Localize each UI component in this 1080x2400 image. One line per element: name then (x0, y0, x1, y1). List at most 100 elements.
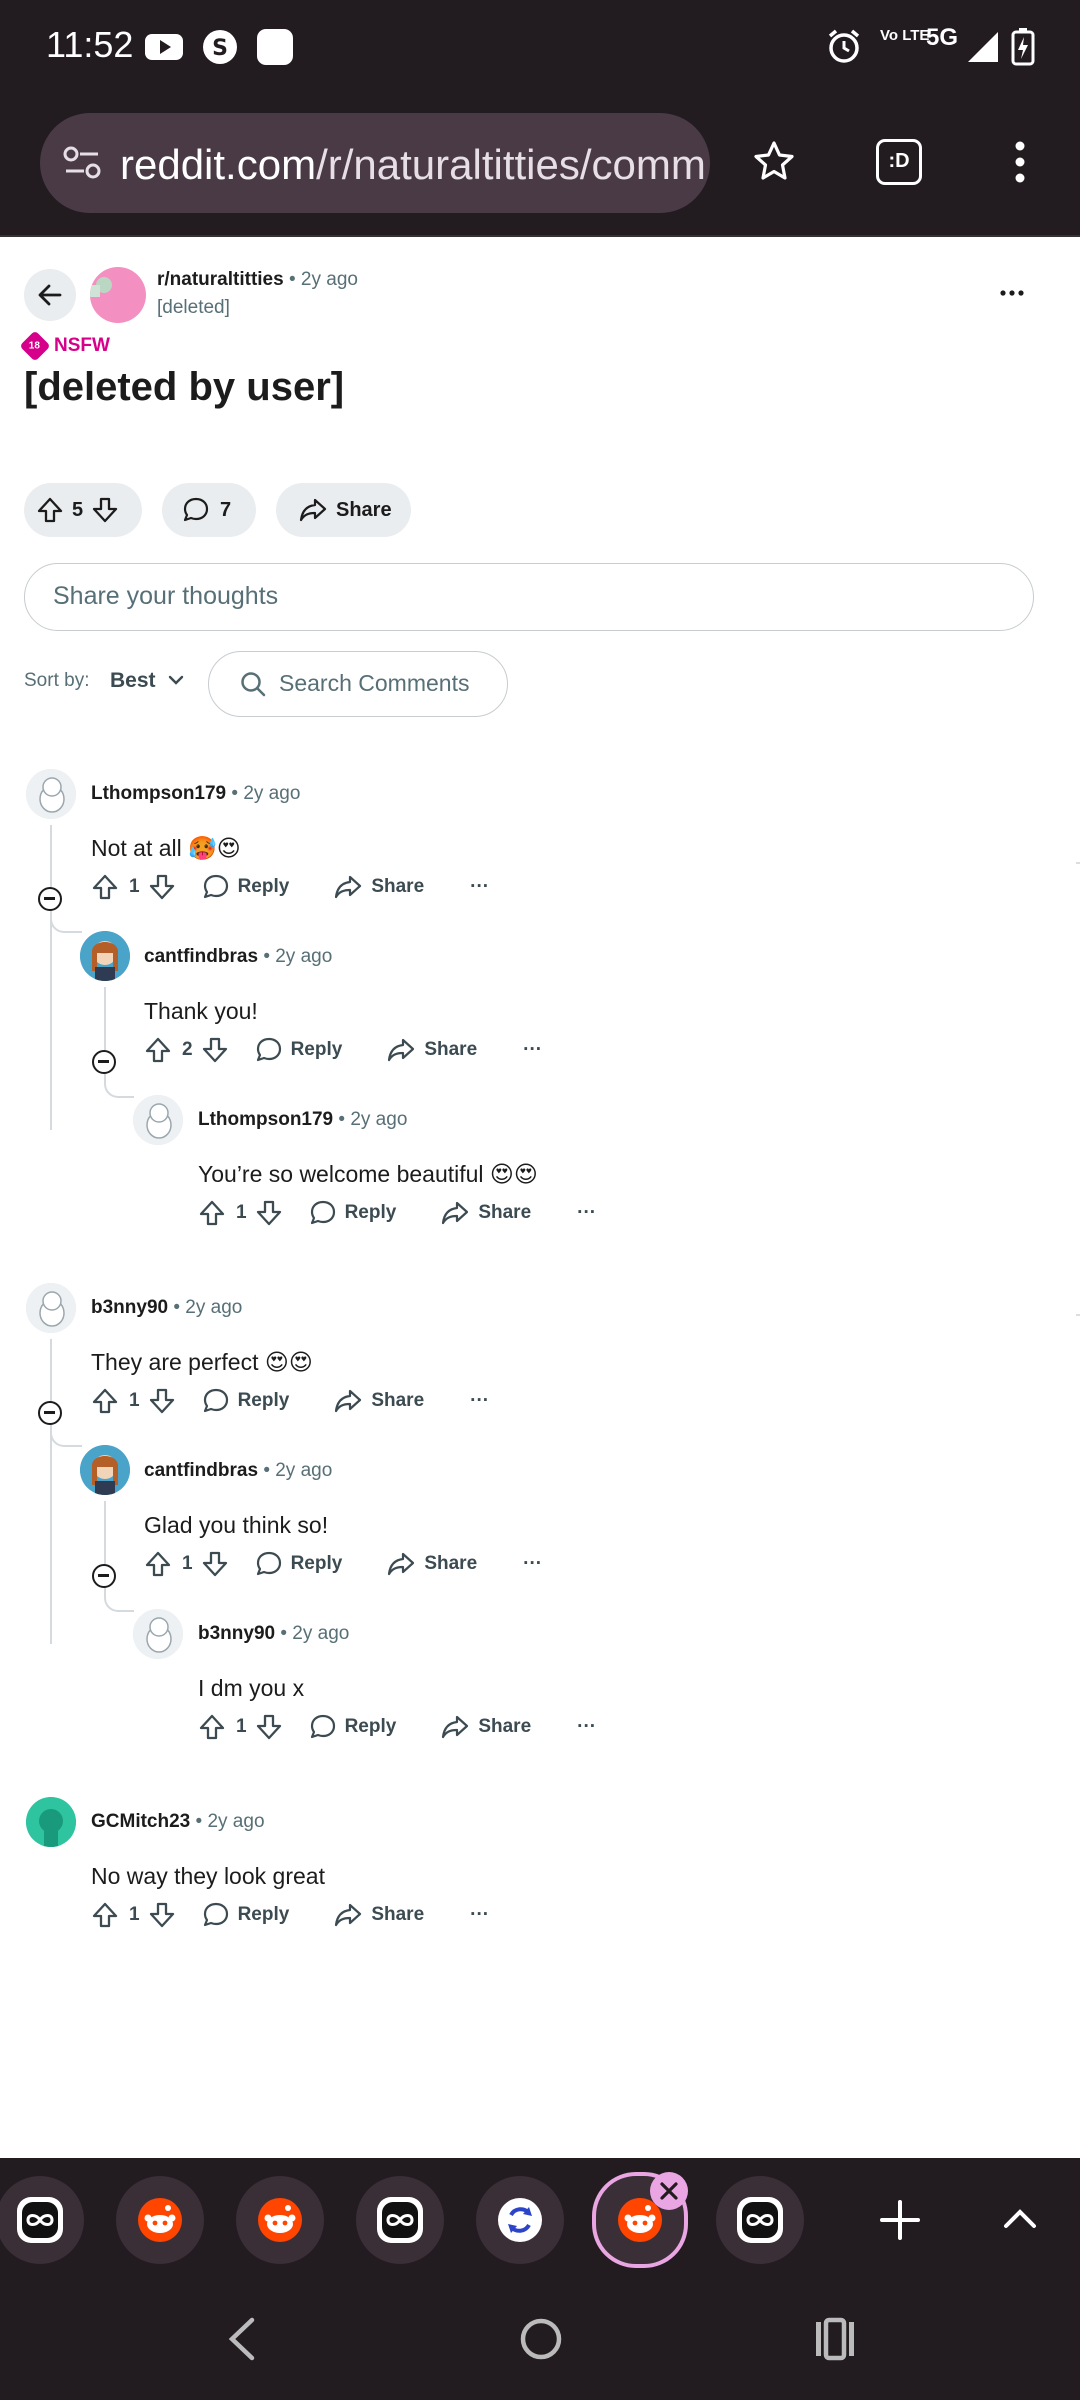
reply-button[interactable]: Reply (202, 1901, 289, 1929)
tab-infinity-app[interactable] (356, 2176, 444, 2264)
comment-body: They are perfect 😍😍 (91, 1349, 313, 1375)
tab-reddit[interactable] (236, 2176, 324, 2264)
more-options-button[interactable]: ··· (470, 876, 489, 898)
comment-author[interactable]: b3nny90 • 2y ago (198, 1623, 349, 1645)
avatar[interactable] (26, 1797, 76, 1847)
vote-bar: 5 (24, 483, 142, 537)
upvote-icon[interactable] (36, 496, 64, 524)
downvote-icon[interactable] (148, 1387, 176, 1415)
tab-switcher-button[interactable]: :D (876, 139, 922, 185)
reddit-icon (138, 2198, 182, 2242)
downvote-icon[interactable] (148, 873, 176, 901)
subreddit-avatar[interactable] (90, 267, 146, 323)
collapse-thread-button[interactable] (38, 887, 62, 911)
upvote-icon[interactable] (91, 873, 119, 901)
avatar[interactable] (133, 1609, 183, 1659)
share-icon (440, 1199, 470, 1227)
thread-line (50, 1339, 52, 1644)
share-button[interactable]: Share (333, 1387, 424, 1415)
comment-actions: 1 Reply Share ··· (198, 1707, 596, 1747)
downvote-icon[interactable] (91, 496, 119, 524)
comment-actions: 1 Reply Share ··· (144, 1544, 542, 1584)
post-menu-icon[interactable] (1000, 285, 1024, 303)
tab-reddit[interactable] (116, 2176, 204, 2264)
close-tab-button[interactable] (650, 2172, 688, 2210)
sort-dropdown[interactable]: Best (110, 669, 185, 693)
address-bar[interactable]: reddit.com/r/naturaltitties/comm (40, 113, 710, 213)
avatar[interactable] (133, 1095, 183, 1145)
comment-actions: 1 Reply Share ··· (91, 867, 489, 907)
downvote-icon[interactable] (255, 1199, 283, 1227)
reply-button[interactable]: Reply (255, 1036, 342, 1064)
upvote-icon[interactable] (91, 1901, 119, 1929)
comment-author[interactable]: GCMitch23 • 2y ago (91, 1811, 265, 1833)
comment-author[interactable]: b3nny90 • 2y ago (91, 1297, 242, 1319)
avatar[interactable] (26, 1283, 76, 1333)
downvote-icon[interactable] (201, 1550, 229, 1578)
chevron-down-icon (169, 675, 184, 685)
comments-button[interactable]: 7 (162, 483, 256, 537)
downvote-icon[interactable] (148, 1901, 176, 1929)
reply-button[interactable]: Reply (309, 1713, 396, 1741)
comment-body: Not at all 🥵😍 (91, 835, 241, 861)
post-author: [deleted] (157, 297, 230, 318)
upvote-icon[interactable] (144, 1036, 172, 1064)
more-options-button[interactable]: ··· (523, 1039, 542, 1061)
infinity-app-icon (737, 2197, 783, 2243)
reply-button[interactable]: Reply (202, 873, 289, 901)
more-options-button[interactable]: ··· (577, 1202, 596, 1224)
nav-home-button[interactable] (518, 2316, 564, 2367)
comment-compose-input[interactable]: Share your thoughts (24, 563, 1034, 631)
collapse-thread-button[interactable] (38, 1401, 62, 1425)
more-options-button[interactable]: ··· (470, 1390, 489, 1412)
subreddit-label[interactable]: r/naturaltitties (157, 269, 284, 290)
share-button[interactable]: Share (276, 483, 411, 537)
share-button[interactable]: Share (333, 1901, 424, 1929)
browser-toolbar: reddit.com/r/naturaltitties/comm :D (0, 95, 1080, 235)
subreddit-name[interactable]: r/naturaltitties • 2y ago (157, 269, 358, 291)
sort-value: Best (110, 669, 156, 692)
reply-button[interactable]: Reply (255, 1550, 342, 1578)
share-button[interactable]: Share (440, 1199, 531, 1227)
avatar[interactable] (26, 769, 76, 819)
downvote-icon[interactable] (255, 1713, 283, 1741)
tab-infinity-app[interactable] (716, 2176, 804, 2264)
chevron-up-icon[interactable] (1000, 2204, 1040, 2239)
reply-button[interactable]: Reply (202, 1387, 289, 1415)
share-icon (333, 1901, 363, 1929)
collapse-thread-button[interactable] (92, 1050, 116, 1074)
search-comments-input[interactable]: Search Comments (208, 651, 508, 717)
collapse-thread-button[interactable] (92, 1564, 116, 1588)
more-options-button[interactable]: ··· (470, 1904, 489, 1926)
upvote-icon[interactable] (144, 1550, 172, 1578)
share-button[interactable]: Share (440, 1713, 531, 1741)
reply-button[interactable]: Reply (309, 1199, 396, 1227)
upvote-icon[interactable] (198, 1199, 226, 1227)
sort-label: Sort by: (24, 670, 90, 691)
more-options-button[interactable]: ··· (523, 1553, 542, 1575)
comment-author[interactable]: Lthompson179 • 2y ago (198, 1109, 407, 1131)
comment-author[interactable]: cantfindbras • 2y ago (144, 946, 332, 968)
upvote-icon[interactable] (198, 1713, 226, 1741)
share-icon (298, 496, 328, 524)
nav-back-button[interactable] (224, 2316, 260, 2367)
comment-vote-count: 1 (129, 1904, 140, 1925)
avatar[interactable] (80, 931, 130, 981)
site-settings-icon[interactable] (62, 145, 102, 186)
plus-icon[interactable] (878, 2198, 922, 2247)
back-button[interactable] (24, 269, 76, 321)
comment-author[interactable]: Lthompson179 • 2y ago (91, 783, 300, 805)
comment-author[interactable]: cantfindbras • 2y ago (144, 1460, 332, 1482)
more-options-button[interactable]: ··· (577, 1716, 596, 1738)
upvote-icon[interactable] (91, 1387, 119, 1415)
avatar[interactable] (80, 1445, 130, 1495)
downvote-icon[interactable] (201, 1036, 229, 1064)
share-button[interactable]: Share (386, 1036, 477, 1064)
share-button[interactable]: Share (333, 873, 424, 901)
star-icon[interactable] (752, 139, 796, 188)
nav-recents-button[interactable] (812, 2316, 858, 2367)
share-button[interactable]: Share (386, 1550, 477, 1578)
kebab-icon[interactable] (1010, 139, 1030, 190)
tab-refresh-app[interactable] (476, 2176, 564, 2264)
tab-infinity-app[interactable] (0, 2176, 84, 2264)
